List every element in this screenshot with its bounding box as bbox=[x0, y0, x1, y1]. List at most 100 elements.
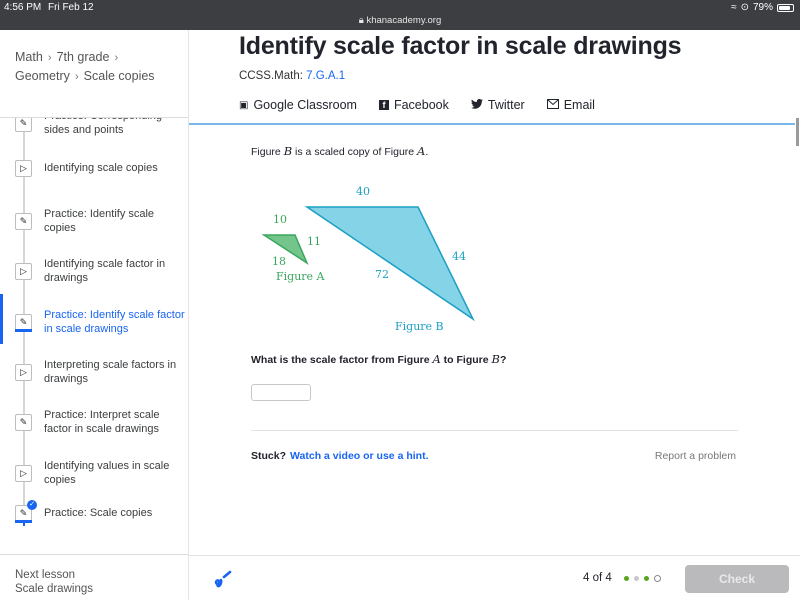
sidebar-item[interactable]: ▷ Identifying scale copies bbox=[15, 160, 185, 177]
progress-dot-skipped bbox=[633, 575, 639, 581]
math-variable: A bbox=[432, 352, 441, 366]
share-bar: ▣ Google Classroom f Facebook Twitter Em… bbox=[239, 98, 595, 112]
chevron-right-icon: › bbox=[71, 71, 82, 83]
stuck-section: Stuck? Watch a video or use a hint. bbox=[251, 450, 428, 462]
header-divider bbox=[189, 123, 795, 125]
scratchpad-icon bbox=[214, 570, 232, 588]
figure-a-side-top: 10 bbox=[273, 213, 287, 226]
scrollbar[interactable] bbox=[796, 118, 799, 146]
status-time: 4:56 PM bbox=[4, 2, 42, 13]
breadcrumb: Math › 7th grade › Geometry › Scale copi… bbox=[0, 30, 188, 118]
sidebar-item[interactable]: ✎ Practice: Identify scale factor in scal… bbox=[15, 309, 185, 336]
sidebar-item[interactable]: ▷ Identifying scale factor in drawings bbox=[15, 258, 185, 285]
current-item-indicator bbox=[0, 294, 3, 344]
prompt-text: Figure bbox=[251, 146, 284, 158]
share-label: Twitter bbox=[487, 98, 525, 112]
sidebar-item[interactable]: ✎ ✓ Practice: Scale copies bbox=[15, 500, 185, 523]
status-date: Fri Feb 12 bbox=[48, 2, 94, 13]
scratchpad-button[interactable] bbox=[213, 568, 235, 593]
exercise-question: What is the scale factor from Figure A t… bbox=[251, 352, 506, 366]
triangle-figures: 10 11 18 Figure A 40 44 72 Figure B bbox=[261, 185, 475, 333]
next-lesson-link[interactable]: Next lesson Scale drawings bbox=[0, 554, 188, 600]
sidebar-item[interactable]: ✎ Practice: Identify scale copies bbox=[15, 208, 185, 235]
figure-b: 40 44 72 Figure B bbox=[304, 185, 475, 333]
status-indicators: ≈ ⊙ 79% bbox=[731, 2, 794, 13]
share-label: Facebook bbox=[393, 98, 449, 112]
orientation-lock-icon: ⊙ bbox=[740, 2, 749, 13]
share-twitter-button[interactable]: Twitter bbox=[470, 98, 525, 112]
section-divider bbox=[251, 430, 738, 431]
next-lesson-title: Scale drawings bbox=[15, 583, 93, 595]
sidebar-item[interactable]: ▷ Interpreting scale factors in drawings bbox=[15, 359, 185, 386]
figure-a-side-left: 18 bbox=[272, 255, 286, 268]
chevron-right-icon: › bbox=[111, 52, 119, 64]
progress-dot-correct bbox=[643, 575, 649, 581]
breadcrumb-geometry[interactable]: Geometry bbox=[15, 69, 70, 83]
address-bar[interactable]: 🔒︎ khanacademy.org bbox=[0, 15, 800, 26]
math-variable: B bbox=[491, 352, 500, 366]
pencil-icon: ✎ ✓ bbox=[15, 500, 37, 523]
sidebar-item[interactable]: ✎ Practice: Interpret scale factor in sca… bbox=[15, 409, 185, 436]
progress-dot-correct bbox=[623, 575, 629, 581]
answer-input[interactable] bbox=[251, 384, 311, 401]
pencil-icon: ✎ bbox=[15, 213, 32, 230]
figure-b-side-right: 44 bbox=[452, 250, 466, 263]
share-google-classroom-button[interactable]: ▣ Google Classroom bbox=[239, 98, 357, 112]
email-icon bbox=[546, 98, 559, 112]
question-text: ? bbox=[499, 354, 507, 366]
progress-dot-current bbox=[653, 574, 661, 582]
play-icon: ▷ bbox=[15, 465, 32, 482]
breadcrumb-unit[interactable]: Scale copies bbox=[84, 69, 155, 83]
sidebar-item-label: Identifying scale copies bbox=[44, 161, 158, 174]
stuck-label: Stuck? bbox=[251, 450, 287, 462]
next-lesson-label: Next lesson bbox=[15, 569, 76, 581]
share-facebook-button[interactable]: f Facebook bbox=[378, 98, 449, 112]
sidebar-item-label: Interpreting scale factors in drawings bbox=[44, 359, 177, 385]
standard-link[interactable]: 7.G.A.1 bbox=[306, 70, 345, 82]
question-text: to Figure bbox=[440, 354, 492, 366]
sidebar-item-label: Practice: Identify scale factor in scale… bbox=[44, 309, 185, 335]
battery-icon bbox=[777, 3, 794, 12]
battery-percent: 79% bbox=[752, 2, 773, 13]
question-text: What is the scale factor from Figure bbox=[251, 354, 433, 366]
prompt-text: is a scaled copy of Figure bbox=[292, 146, 418, 158]
progress-indicator: 4 of 4 bbox=[583, 572, 661, 584]
figure-b-side-top: 40 bbox=[356, 185, 370, 198]
sidebar-item-label: Identifying values in scale copies bbox=[44, 460, 170, 486]
breadcrumb-grade[interactable]: 7th grade bbox=[57, 50, 110, 64]
pencil-icon: ✎ bbox=[15, 414, 32, 431]
share-email-button[interactable]: Email bbox=[546, 98, 595, 112]
figure-b-label: Figure B bbox=[395, 320, 444, 333]
exercise-prompt: Figure B is a scaled copy of Figure A. bbox=[251, 144, 428, 158]
standard-label: CCSS.Math: 7.G.A.1 bbox=[239, 70, 345, 82]
sidebar-item-label: Identifying scale factor in drawings bbox=[44, 258, 166, 284]
page-title: Identify scale factor in scale drawings bbox=[239, 32, 682, 60]
url-text: khanacademy.org bbox=[366, 15, 442, 26]
play-icon: ▷ bbox=[15, 160, 32, 177]
play-icon: ▷ bbox=[15, 364, 32, 381]
check-button[interactable]: Check bbox=[685, 565, 789, 593]
sidebar-item-label: Practice: Interpret scale factor in scal… bbox=[44, 409, 160, 435]
prompt-text: . bbox=[425, 146, 429, 158]
checkmark-icon: ✓ bbox=[27, 500, 37, 510]
share-label: Email bbox=[563, 98, 595, 112]
exercise-footer: 4 of 4 Check bbox=[189, 555, 800, 600]
figure-b-side-long: 72 bbox=[375, 268, 389, 281]
math-variable: B bbox=[283, 144, 293, 158]
share-label: Google Classroom bbox=[253, 98, 357, 112]
figure-a-side-right: 11 bbox=[307, 235, 321, 248]
figure-a-label: Figure A bbox=[276, 270, 326, 283]
progress-text: 4 of 4 bbox=[583, 572, 612, 584]
facebook-icon: f bbox=[378, 100, 389, 110]
twitter-icon bbox=[470, 98, 483, 112]
breadcrumb-math[interactable]: Math bbox=[15, 50, 43, 64]
sidebar-item[interactable]: ▷ Identifying values in scale copies bbox=[15, 460, 185, 487]
lock-icon: 🔒︎ bbox=[358, 15, 364, 26]
sidebar-item-label: Practice: Identify scale copies bbox=[44, 208, 155, 234]
progress-dots bbox=[623, 574, 661, 582]
play-icon: ▷ bbox=[15, 263, 32, 280]
chevron-right-icon: › bbox=[44, 52, 55, 64]
report-problem-link[interactable]: Report a problem bbox=[655, 450, 736, 462]
hint-link[interactable]: Watch a video or use a hint. bbox=[290, 450, 428, 462]
wifi-icon: ≈ bbox=[731, 2, 737, 13]
